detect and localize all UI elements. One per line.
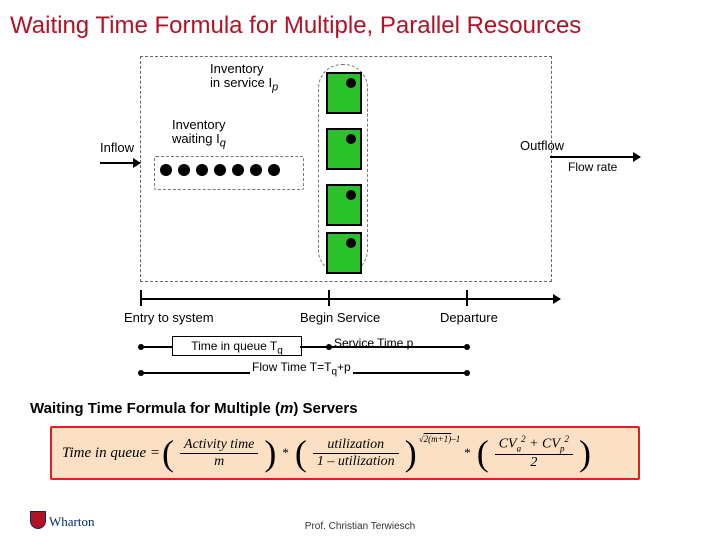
frac-activity-over-m: Activity timem [180,437,258,469]
bar-end-dot [464,344,470,350]
service-time-label: Service Time p [334,336,413,350]
flow-time-label: Flow Time T=Tq+p [250,360,353,377]
tick-depart [466,290,468,306]
bar-end-dot [138,344,144,350]
inventory-in-service-label: Inventory in service Ip [210,62,278,95]
axis-label-begin: Begin Service [300,310,380,325]
formula-header: Waiting Time Formula for Multiple (m) Se… [30,400,358,417]
star-1: * [282,445,289,461]
bar-end-dot [138,370,144,376]
server-4 [326,232,362,274]
paren-open-2: ( [295,435,307,471]
outflow-label: Outflow [520,138,564,153]
paren-close-1: ) [264,435,276,471]
frac-utilization: utilization1 – utilization [313,437,399,469]
inflow-label: Inflow [100,140,134,155]
footer-credit: Prof. Christian Terwiesch [0,521,720,532]
paren-open-1: ( [162,435,174,471]
outflow-arrow [550,156,640,158]
tick-begin [328,290,330,306]
tq-bar-right [300,346,328,348]
paren-open-3: ( [477,435,489,471]
frac-cv: CVa2 + CVp2 2 [495,435,573,471]
time-axis [140,298,560,300]
bar-end-dot [326,344,332,350]
tick-entry [140,290,142,306]
bar-end-dot [464,370,470,376]
utilization-exponent: √2(m+1)–1 [419,434,461,444]
server-2 [326,128,362,170]
axis-label-entry: Entry to system [124,310,214,325]
tq-bar-left [140,346,172,348]
slide-title: Waiting Time Formula for Multiple, Paral… [10,12,581,40]
paren-close-2: ) [405,435,417,471]
time-in-queue-box: Time in queue Tq [172,336,302,356]
formula-lead: Time in queue = [62,445,160,462]
server-3 [326,184,362,226]
inventory-waiting-label: Inventory waiting Iq [172,118,226,151]
star-2: * [464,445,471,461]
server-1 [326,72,362,114]
formula-box: Time in queue = ( Activity timem ) * ( u… [50,426,640,480]
paren-close-3: ) [579,435,591,471]
flow-rate-label: Flow rate [568,160,617,174]
axis-label-departure: Departure [440,310,498,325]
inflow-arrow [100,162,140,164]
queue-dots [160,164,280,176]
